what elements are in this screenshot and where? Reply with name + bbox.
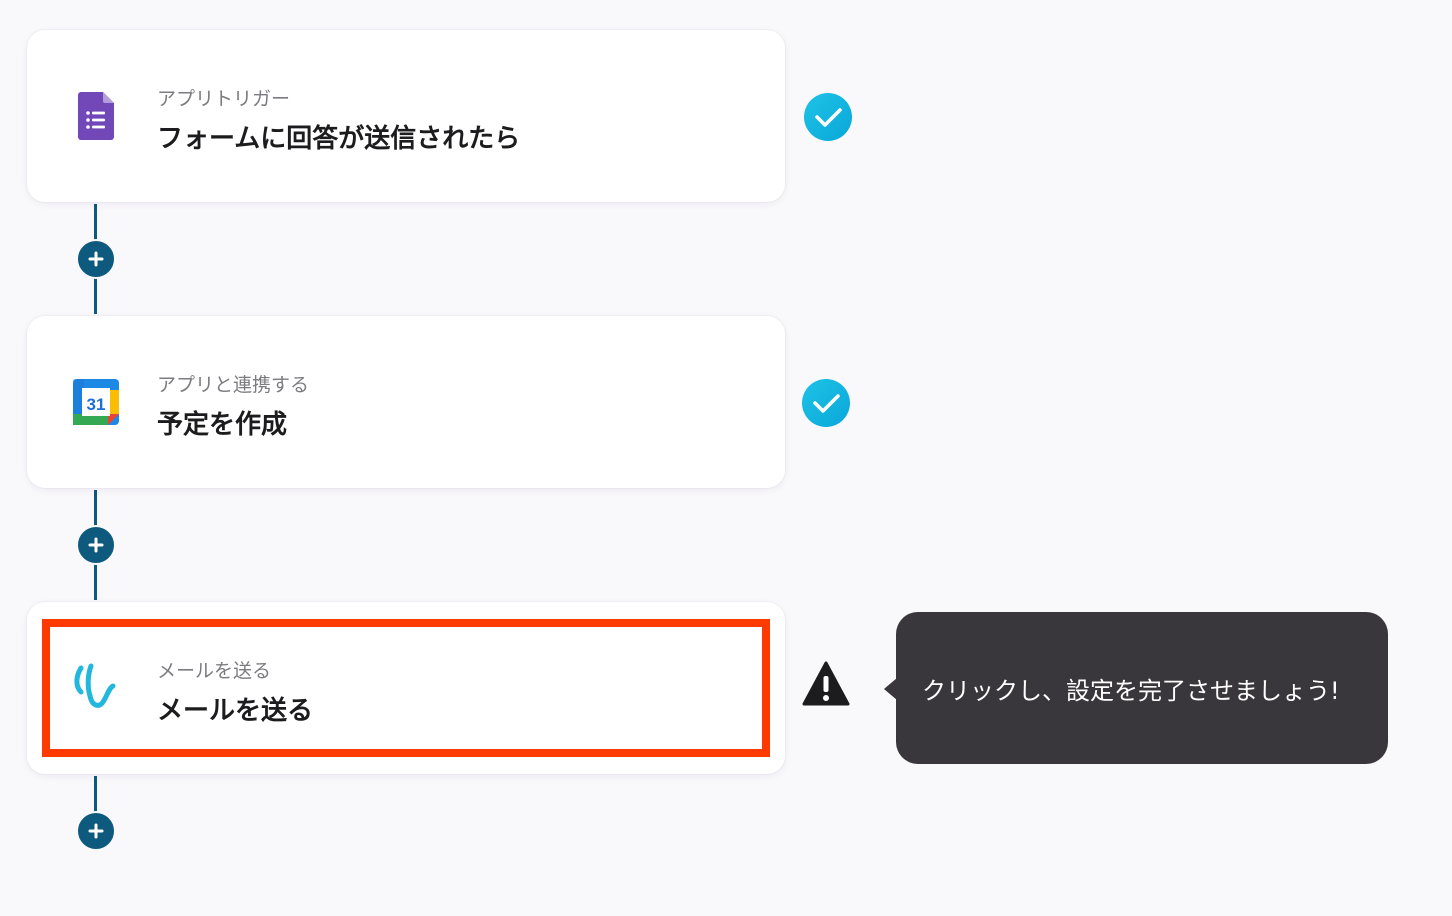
plus-icon	[88, 251, 104, 267]
step-type-label: メールを送る	[157, 660, 272, 682]
tooltip-text: クリックし、設定を完了させましょう!	[922, 676, 1340, 705]
step-title: フォームに回答が送信されたら	[157, 124, 521, 154]
add-step-button[interactable]	[76, 525, 116, 565]
tooltip: クリックし、設定を完了させましょう!	[896, 612, 1388, 764]
step-type-label: アプリと連携する	[157, 374, 310, 396]
check-icon	[804, 93, 852, 141]
plus-icon	[88, 537, 104, 553]
warning-icon	[802, 661, 850, 706]
step-card-create-event[interactable]: 31 アプリと連携する 予定を作成	[27, 316, 785, 488]
flow-connector	[94, 776, 97, 816]
calendar-day-number: 31	[87, 395, 106, 414]
google-calendar-icon: 31	[72, 378, 120, 426]
step-title: メールを送る	[157, 696, 314, 726]
google-forms-icon	[72, 92, 120, 140]
add-step-button[interactable]	[76, 811, 116, 851]
check-icon	[802, 379, 850, 427]
mail-send-icon	[72, 663, 120, 712]
step-title: 予定を作成	[157, 410, 288, 440]
plus-icon	[88, 823, 104, 839]
step-type-label: アプリトリガー	[157, 88, 291, 110]
step-card-send-mail[interactable]: メールを送る メールを送る	[27, 602, 785, 774]
add-step-button[interactable]	[76, 239, 116, 279]
step-card-form-trigger[interactable]: アプリトリガー フォームに回答が送信されたら	[27, 30, 785, 202]
